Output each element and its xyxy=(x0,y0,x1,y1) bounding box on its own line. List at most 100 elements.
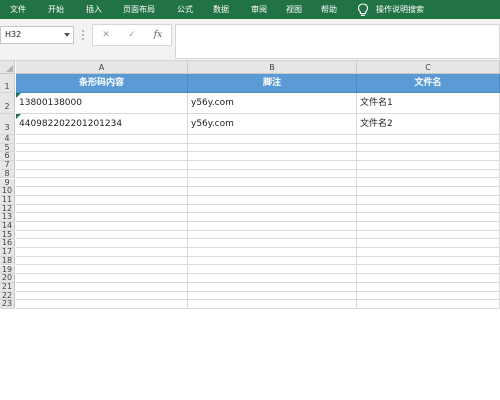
cell-c21[interactable] xyxy=(357,282,500,292)
cell-c17[interactable] xyxy=(357,248,500,257)
cell-c14[interactable] xyxy=(357,222,500,231)
cell-a5[interactable] xyxy=(16,143,188,153)
cell-c20[interactable] xyxy=(357,274,500,283)
cell-value: 文件名2 xyxy=(360,119,393,129)
tab-review[interactable]: 审阅 xyxy=(251,0,267,19)
cell-b3[interactable]: y56y.com xyxy=(188,114,357,135)
cell-c18[interactable] xyxy=(357,256,500,266)
cell-c1[interactable]: 文件名 xyxy=(357,74,500,93)
vertical-dots-icon[interactable] xyxy=(80,28,86,42)
cell-a8[interactable] xyxy=(16,169,188,179)
cell-b17[interactable] xyxy=(188,248,357,257)
cell-b7[interactable] xyxy=(188,161,357,170)
cell-b11[interactable] xyxy=(188,195,357,205)
cell-a1[interactable]: 条形码内容 xyxy=(16,74,188,93)
cell-b2[interactable]: y56y.com xyxy=(188,93,357,114)
cell-b8[interactable] xyxy=(188,169,357,179)
cell-c13[interactable] xyxy=(357,213,500,222)
row-header-23[interactable]: 23 xyxy=(0,300,15,309)
cell-b15[interactable] xyxy=(188,230,357,240)
tab-insert[interactable]: 插入 xyxy=(86,0,102,19)
row-header-3[interactable]: 3 xyxy=(0,114,15,135)
cell-a16[interactable] xyxy=(16,239,188,249)
cell-c11[interactable] xyxy=(357,195,500,205)
cell-b14[interactable] xyxy=(188,222,357,231)
cell-a20[interactable] xyxy=(16,274,188,283)
cell-b5[interactable] xyxy=(188,143,357,153)
cell-b19[interactable] xyxy=(188,265,357,275)
cell-a22[interactable] xyxy=(16,291,188,301)
name-box[interactable]: H32 xyxy=(0,26,74,44)
formula-input[interactable] xyxy=(175,24,500,59)
cell-b23[interactable] xyxy=(188,300,357,309)
tab-help[interactable]: 帮助 xyxy=(321,0,337,19)
cell-b18[interactable] xyxy=(188,256,357,266)
enter-icon[interactable]: ✓ xyxy=(125,28,139,42)
tab-data[interactable]: 数据 xyxy=(213,0,229,19)
cell-a18[interactable] xyxy=(16,256,188,266)
tab-formulas[interactable]: 公式 xyxy=(177,0,193,19)
cell-b6[interactable] xyxy=(188,152,357,162)
cell-c2[interactable]: 文件名1 xyxy=(357,93,500,114)
cell-a15[interactable] xyxy=(16,230,188,240)
cell-a23[interactable] xyxy=(16,300,188,309)
cell-c4[interactable] xyxy=(357,135,500,144)
cell-a7[interactable] xyxy=(16,161,188,170)
cell-c9[interactable] xyxy=(357,178,500,188)
cell-a2[interactable]: 13800138000 xyxy=(16,93,188,114)
cell-c19[interactable] xyxy=(357,265,500,275)
cell-b21[interactable] xyxy=(188,282,357,292)
cell-a9[interactable] xyxy=(16,178,188,188)
cell-c10[interactable] xyxy=(357,187,500,196)
cell-b9[interactable] xyxy=(188,178,357,188)
cell-b1[interactable]: 脚注 xyxy=(188,74,357,93)
cell-b16[interactable] xyxy=(188,239,357,249)
column-header-a[interactable]: A xyxy=(16,61,188,74)
cell-a3[interactable]: 440982202201201234 xyxy=(16,114,188,135)
column-header-c[interactable]: C xyxy=(357,61,500,74)
tab-home[interactable]: 开始 xyxy=(48,0,64,19)
cell-a10[interactable] xyxy=(16,187,188,196)
cell-a13[interactable] xyxy=(16,213,188,222)
cell-a4[interactable] xyxy=(16,135,188,144)
select-all-button[interactable] xyxy=(0,61,15,74)
insert-function-button[interactable]: fx xyxy=(151,28,165,42)
cell-b12[interactable] xyxy=(188,204,357,214)
name-box-value: H32 xyxy=(5,30,22,39)
error-indicator-icon[interactable] xyxy=(16,93,21,98)
cell-a6[interactable] xyxy=(16,152,188,162)
cell-value: 文件名1 xyxy=(360,98,393,108)
cell-c3[interactable]: 文件名2 xyxy=(357,114,500,135)
cell-b13[interactable] xyxy=(188,213,357,222)
cell-c6[interactable] xyxy=(357,152,500,162)
cell-a19[interactable] xyxy=(16,265,188,275)
cell-b20[interactable] xyxy=(188,274,357,283)
tab-file[interactable]: 文件 xyxy=(10,0,26,19)
cell-a14[interactable] xyxy=(16,222,188,231)
error-indicator-icon[interactable] xyxy=(16,114,21,119)
cell-c23[interactable] xyxy=(357,300,500,309)
cell-a21[interactable] xyxy=(16,282,188,292)
cell-a12[interactable] xyxy=(16,204,188,214)
cell-a11[interactable] xyxy=(16,195,188,205)
lightbulb-icon[interactable] xyxy=(357,3,369,17)
column-header-b[interactable]: B xyxy=(188,61,357,74)
cell-b4[interactable] xyxy=(188,135,357,144)
row-header-1[interactable]: 1 xyxy=(0,74,15,93)
row-header-2[interactable]: 2 xyxy=(0,93,15,114)
cell-c15[interactable] xyxy=(357,230,500,240)
cell-c7[interactable] xyxy=(357,161,500,170)
cell-c12[interactable] xyxy=(357,204,500,214)
tell-me-search[interactable]: 操作说明搜索 xyxy=(376,0,424,19)
tab-view[interactable]: 视图 xyxy=(286,0,302,19)
tab-page-layout[interactable]: 页面布局 xyxy=(123,0,155,19)
cell-c16[interactable] xyxy=(357,239,500,249)
cell-b22[interactable] xyxy=(188,291,357,301)
cell-c8[interactable] xyxy=(357,169,500,179)
cancel-icon[interactable]: ✕ xyxy=(99,28,113,42)
cell-c5[interactable] xyxy=(357,143,500,153)
chevron-down-icon[interactable] xyxy=(64,33,70,37)
cell-b10[interactable] xyxy=(188,187,357,196)
cell-a17[interactable] xyxy=(16,248,188,257)
cell-c22[interactable] xyxy=(357,291,500,301)
